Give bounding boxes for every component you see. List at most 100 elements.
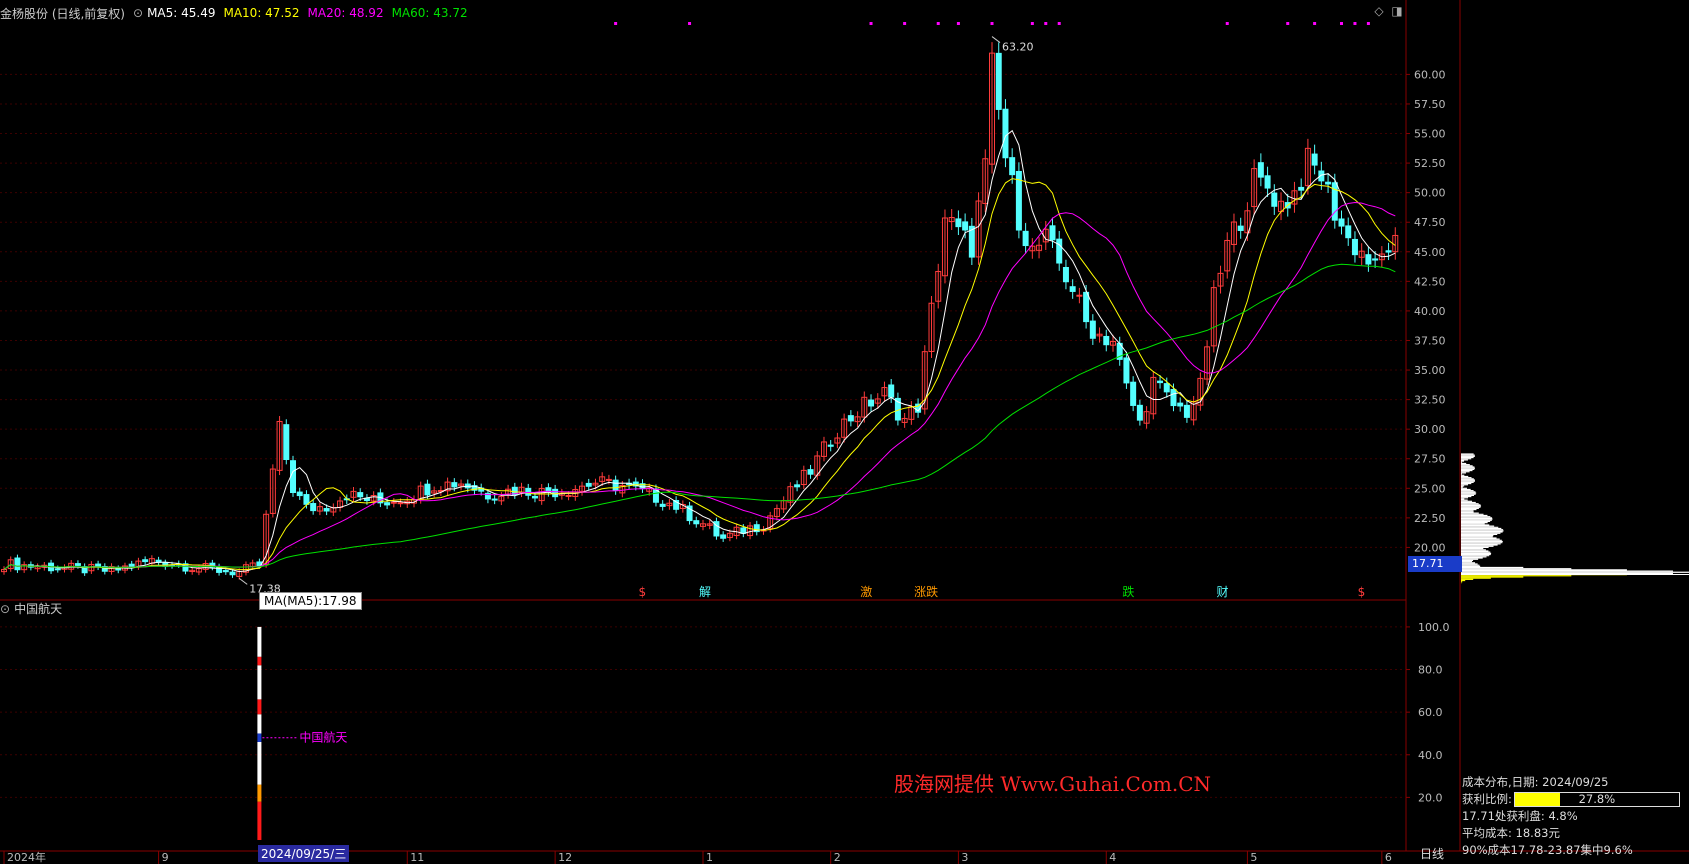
top-signal-mark	[1353, 22, 1357, 25]
candle-body	[1076, 294, 1083, 297]
main-legend: 金杨股份 (日线,前复权) ⊙ MA5: 45.49 MA10: 47.52 M…	[0, 4, 476, 22]
cursor-date: 2024/09/25/三	[258, 845, 350, 862]
candle-body	[847, 415, 854, 422]
candle-body	[1311, 153, 1318, 166]
top-signal-mark	[1044, 22, 1048, 25]
profit-ratio-value: 27.8%	[1578, 792, 1616, 806]
top-signal-mark	[936, 22, 940, 25]
y-tick-label: 35.00	[1414, 364, 1446, 377]
top-signal-mark	[1340, 22, 1344, 25]
y-tick-label: 20.00	[1414, 541, 1446, 554]
top-signal-mark	[1225, 22, 1229, 25]
candle-body	[323, 508, 330, 512]
ma-toggle-icon[interactable]: ⊙	[133, 6, 143, 20]
annotation-label: 63.20	[1002, 41, 1034, 54]
candle-body	[357, 492, 364, 498]
candle-body	[303, 494, 310, 505]
candle-body	[1157, 380, 1164, 384]
candle-body	[794, 484, 801, 488]
candle-body	[1177, 402, 1184, 407]
candle-body	[1022, 230, 1029, 247]
candle-body	[565, 494, 572, 497]
y-tick-label: 57.50	[1414, 98, 1446, 111]
top-signal-mark	[1366, 22, 1370, 25]
x-tick-label: 2024年	[7, 850, 46, 864]
ma20-value: MA20: 48.92	[307, 6, 384, 20]
candle-body	[142, 559, 149, 563]
candle-body	[659, 503, 666, 507]
y-tick-label: 47.50	[1414, 216, 1446, 229]
candle-body	[1338, 218, 1345, 227]
top-signal-mark	[869, 22, 873, 25]
y-tick-label: 45.00	[1414, 246, 1446, 259]
candle-body	[1103, 335, 1110, 346]
candle-body	[54, 568, 61, 571]
ma60-value: MA60: 43.72	[391, 6, 468, 20]
candle-body	[384, 502, 391, 506]
y-tick-label: 42.50	[1414, 275, 1446, 288]
sub-bar-segment	[257, 656, 262, 666]
event-marker: 涨跌	[914, 584, 938, 599]
event-marker: 跌	[1122, 584, 1134, 599]
ma10-value: MA10: 47.52	[223, 6, 300, 20]
candle-body	[14, 557, 21, 571]
diamond-icon[interactable]: ◇	[1372, 4, 1386, 18]
line-ma10	[3, 178, 1396, 571]
watermark-text: 股海网提供 Www.Guhai.Com.CN	[894, 772, 1212, 796]
candle-body	[1237, 225, 1244, 231]
candle-body	[1002, 108, 1009, 159]
y-tick-label: 32.50	[1414, 394, 1446, 407]
sub-line-label: 中国航天	[299, 730, 347, 745]
top-signal-mark	[1286, 22, 1290, 25]
candle-body	[827, 444, 834, 447]
profit-ratio-label: 获利比例:	[1462, 792, 1512, 806]
candle-body	[585, 482, 592, 487]
candle-body	[531, 495, 538, 499]
profit-ratio-row: 获利比例: 27.8%	[1462, 791, 1684, 808]
settings-dot-icon[interactable]: ⊙	[0, 602, 10, 616]
sub-y-tick-label: 20.0	[1418, 791, 1443, 804]
y-tick-label: 37.50	[1414, 334, 1446, 347]
x-tick-label: 2	[834, 851, 841, 864]
candle-body	[605, 478, 612, 481]
candle-body	[693, 520, 700, 525]
cost-range-90: 90%成本17.78-23.87集中9.6%	[1462, 843, 1633, 857]
candle-body	[525, 487, 532, 496]
candle-body	[955, 218, 962, 228]
average-cost: 平均成本: 18.83元	[1462, 826, 1560, 840]
y-tick-label: 60.00	[1414, 68, 1446, 81]
x-tick-label: 5	[1250, 851, 1257, 864]
sub-bar-segment	[257, 699, 262, 715]
x-tick-label: 6	[1385, 851, 1392, 864]
sub-legend: ⊙ 中国航天	[0, 600, 62, 617]
y-tick-label: 52.50	[1414, 157, 1446, 170]
x-tick-label: 12	[558, 851, 572, 864]
profit-ratio-bar: 27.8%	[1513, 792, 1680, 807]
panel-toggle-icon[interactable]: ◨	[1390, 4, 1404, 18]
event-marker: 财	[1217, 585, 1229, 599]
annotation-leader	[238, 578, 248, 585]
candle-body	[962, 221, 969, 231]
candle-body	[807, 469, 814, 475]
candle-body	[296, 491, 303, 497]
candle-body	[424, 483, 431, 496]
candle-body	[1069, 286, 1076, 292]
candle-body	[1170, 388, 1177, 407]
candle-body	[720, 534, 727, 539]
ma-tooltip: MA(MA5):17.98	[259, 592, 362, 610]
sub-bar-segment	[257, 665, 262, 700]
x-tick-label: 3	[961, 851, 968, 864]
event-marker: 激	[860, 585, 872, 599]
sub-y-tick-label: 60.0	[1418, 706, 1443, 719]
profit-at-price: 17.71处获利盘: 4.8%	[1462, 809, 1578, 823]
candle-body	[888, 384, 895, 398]
y-tick-label: 25.00	[1414, 482, 1446, 495]
period-label[interactable]: 日线	[1420, 845, 1444, 862]
top-signal-mark	[990, 22, 994, 25]
candle-body	[1351, 238, 1358, 256]
candle-body	[1049, 225, 1056, 241]
candle-body	[995, 52, 1002, 110]
y-tick-label: 40.00	[1414, 305, 1446, 318]
top-signal-mark	[956, 22, 960, 25]
top-signal-mark	[1030, 22, 1034, 25]
